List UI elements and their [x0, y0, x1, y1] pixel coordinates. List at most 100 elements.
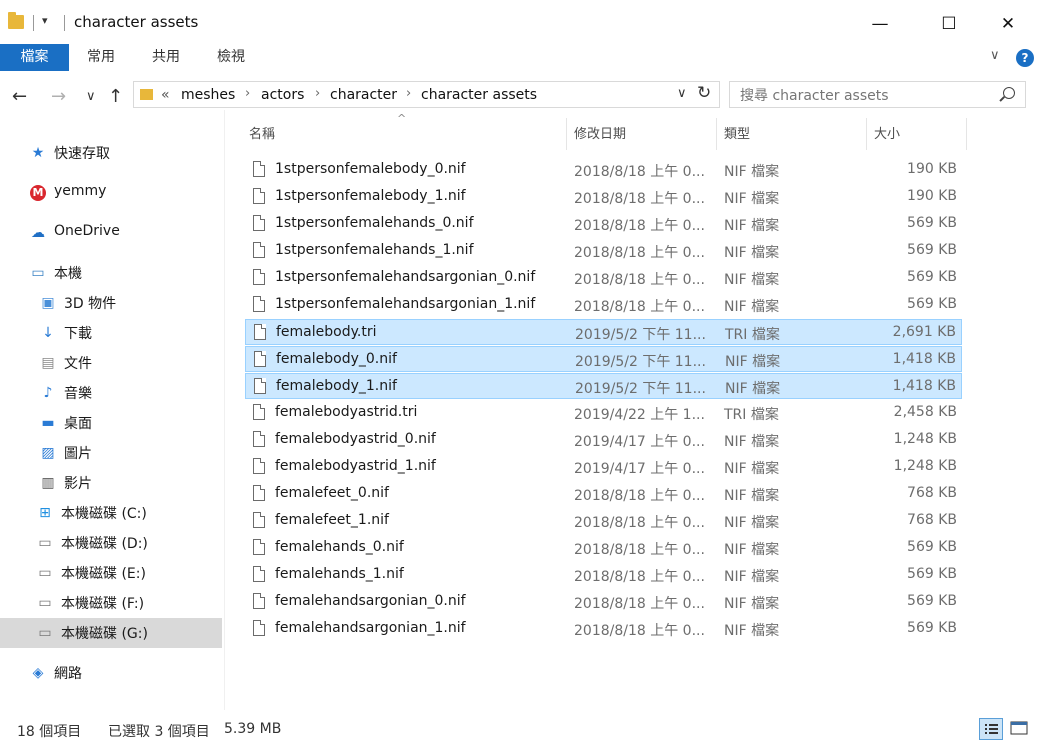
file-row[interactable]: femalehands_1.nif 2018/8/18 上午 0... NIF 檔案…	[245, 562, 962, 588]
close-button[interactable]: ✕	[985, 4, 1031, 44]
file-size: 768 KB	[907, 512, 957, 528]
recent-locations-icon[interactable]: ∨	[86, 89, 96, 104]
file-icon	[253, 458, 265, 474]
sidebar-item[interactable]: ▤ 文件	[0, 348, 222, 378]
file-row[interactable]: 1stpersonfemalebody_0.nif 2018/8/18 上午 0.…	[245, 157, 962, 183]
minimize-button[interactable]: —	[857, 4, 903, 44]
mega-icon: M	[30, 185, 46, 201]
maximize-button[interactable]: ☐	[926, 4, 972, 44]
column-divider[interactable]	[966, 118, 967, 150]
sidebar-item[interactable]: ▨ 圖片	[0, 438, 222, 468]
back-arrow-icon[interactable]: ←	[12, 86, 27, 107]
sidebar-item[interactable]: ☁ OneDrive	[0, 218, 222, 248]
status-item-count: 18 個項目	[17, 724, 82, 740]
sidebar-item[interactable]: ▭ 本機磁碟 (E:)	[0, 558, 222, 588]
tab-home[interactable]: 常用	[72, 44, 130, 71]
search-icon[interactable]	[1003, 87, 1015, 99]
search-input[interactable]	[738, 85, 992, 107]
file-row[interactable]: femalehandsargonian_1.nif 2018/8/18 上午 0.…	[245, 616, 962, 642]
file-icon	[253, 539, 265, 555]
file-row[interactable]: 1stpersonfemalebody_1.nif 2018/8/18 上午 0.…	[245, 184, 962, 210]
refresh-icon[interactable]: ↻	[697, 83, 711, 103]
sidebar-item[interactable]: ▬ 桌面	[0, 408, 222, 438]
chevron-right-icon[interactable]: ›	[245, 86, 250, 101]
file-type: TRI 檔案	[724, 407, 779, 423]
column-divider[interactable]	[716, 118, 717, 150]
sidebar-item[interactable]: ▭ 本機	[0, 258, 222, 288]
sidebar-item[interactable]: ♪ 音樂	[0, 378, 222, 408]
column-header-modified[interactable]: 修改日期	[574, 123, 626, 142]
file-size: 190 KB	[907, 188, 957, 204]
download-icon: ↓	[42, 325, 54, 341]
chevron-right-icon[interactable]: ›	[406, 86, 411, 101]
help-icon[interactable]: ?	[1016, 49, 1034, 67]
sidebar-item[interactable]: ★ 快速存取	[0, 138, 222, 168]
sidebar-item[interactable]: ▥ 影片	[0, 468, 222, 498]
breadcrumb-overflow[interactable]: «	[161, 87, 170, 103]
file-row[interactable]: 1stpersonfemalehandsargonian_1.nif 2018/8…	[245, 292, 962, 318]
chevron-right-icon[interactable]: ›	[315, 86, 320, 101]
forward-arrow-icon[interactable]: →	[51, 86, 66, 107]
column-divider[interactable]	[866, 118, 867, 150]
file-row[interactable]: femalehands_0.nif 2018/8/18 上午 0... NIF 檔案…	[245, 535, 962, 561]
file-name: femalehandsargonian_0.nif	[275, 593, 466, 609]
large-icons-view-button[interactable]	[1008, 718, 1032, 740]
sidebar-item[interactable]: ▭ 本機磁碟 (D:)	[0, 528, 222, 558]
sidebar-item-label: 3D 物件	[64, 296, 117, 312]
breadcrumb-actors[interactable]: actors	[261, 87, 304, 103]
file-icon	[253, 593, 265, 609]
file-icon	[253, 512, 265, 528]
pane-splitter[interactable]	[224, 110, 225, 710]
breadcrumb-meshes[interactable]: meshes	[181, 87, 235, 103]
file-type: NIF 檔案	[724, 623, 780, 639]
up-arrow-icon[interactable]: ↑	[108, 86, 123, 107]
file-row[interactable]: femalebody.tri 2019/5/2 下午 11... TRI 檔案 2,6…	[245, 319, 962, 345]
file-row[interactable]: femalefeet_0.nif 2018/8/18 上午 0... NIF 檔案 7…	[245, 481, 962, 507]
file-modified: 2019/4/22 上午 1...	[574, 407, 705, 423]
file-row[interactable]: femalebody_0.nif 2019/5/2 下午 11... NIF 檔案 1…	[245, 346, 962, 372]
sidebar-item-label: 音樂	[64, 386, 92, 402]
address-dropdown-icon[interactable]: ∨	[677, 86, 687, 101]
file-type: NIF 檔案	[724, 191, 780, 207]
sidebar-item[interactable]: ▭ 本機磁碟 (F:)	[0, 588, 222, 618]
sidebar-item-label: 桌面	[64, 416, 92, 432]
file-size: 569 KB	[907, 593, 957, 609]
breadcrumb-character-assets[interactable]: character assets	[421, 87, 537, 103]
tab-file[interactable]: 檔案	[0, 44, 69, 71]
sidebar-item[interactable]: ◈ 網路	[0, 658, 222, 688]
column-divider[interactable]	[566, 118, 567, 150]
breadcrumb-character[interactable]: character	[330, 87, 397, 103]
column-header-type[interactable]: 類型	[724, 123, 750, 142]
file-row[interactable]: 1stpersonfemalehands_0.nif 2018/8/18 上午 0…	[245, 211, 962, 237]
address-bar[interactable]: « meshes › actors › character › characte…	[133, 81, 720, 108]
file-icon	[253, 242, 265, 258]
sidebar-item[interactable]: ▣ 3D 物件	[0, 288, 222, 318]
tab-view[interactable]: 檢視	[202, 44, 260, 71]
sidebar-item[interactable]: ⊞ 本機磁碟 (C:)	[0, 498, 222, 528]
file-row[interactable]: 1stpersonfemalehands_1.nif 2018/8/18 上午 0…	[245, 238, 962, 264]
column-header-size[interactable]: 大小	[874, 123, 900, 142]
file-row[interactable]: femalebodyastrid_1.nif 2019/4/17 上午 0... N…	[245, 454, 962, 480]
desktop-icon: ▬	[41, 415, 55, 431]
file-row[interactable]: femalehandsargonian_0.nif 2018/8/18 上午 0.…	[245, 589, 962, 615]
file-row[interactable]: femalebodyastrid.tri 2019/4/22 上午 1... TRI…	[245, 400, 962, 426]
file-row[interactable]: femalebody_1.nif 2019/5/2 下午 11... NIF 檔案 1…	[245, 373, 962, 399]
sidebar-item[interactable]: ↓ 下載	[0, 318, 222, 348]
quick-access-divider	[33, 15, 34, 31]
details-view-button[interactable]	[979, 718, 1003, 740]
search-box[interactable]	[729, 81, 1026, 108]
quick-access-divider	[64, 15, 65, 31]
file-type: NIF 檔案	[724, 542, 780, 558]
column-header-name[interactable]: 名稱	[249, 123, 275, 142]
ribbon-collapse-icon[interactable]: ∨	[990, 48, 1000, 63]
folder-icon	[8, 12, 24, 29]
file-row[interactable]: femalefeet_1.nif 2018/8/18 上午 0... NIF 檔案 7…	[245, 508, 962, 534]
tab-share[interactable]: 共用	[136, 44, 196, 71]
quick-access-dropdown-icon[interactable]: ▾	[42, 14, 48, 27]
file-name: femalebodyastrid.tri	[275, 404, 418, 420]
sidebar-item[interactable]: Myemmy	[0, 178, 222, 208]
sidebar-item[interactable]: ▭ 本機磁碟 (G:)	[0, 618, 222, 648]
file-row[interactable]: femalebodyastrid_0.nif 2019/4/17 上午 0... N…	[245, 427, 962, 453]
drive-icon: ▭	[38, 565, 52, 581]
file-row[interactable]: 1stpersonfemalehandsargonian_0.nif 2018/8…	[245, 265, 962, 291]
